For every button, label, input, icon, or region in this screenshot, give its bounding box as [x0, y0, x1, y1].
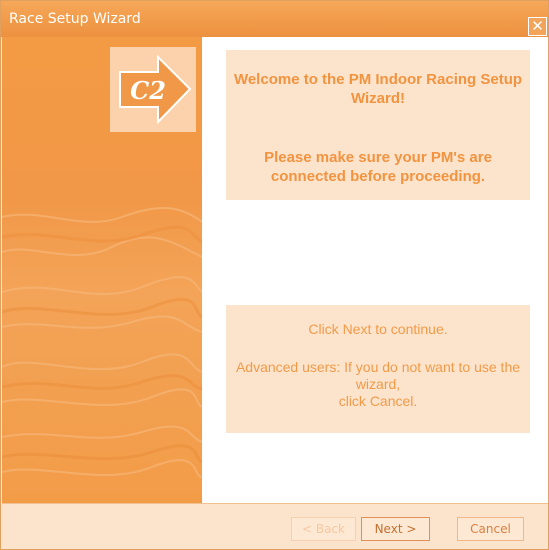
- back-button[interactable]: < Back: [291, 517, 356, 541]
- close-button[interactable]: ✕: [528, 17, 547, 36]
- title-bar[interactable]: Race Setup Wizard ✕: [1, 1, 548, 37]
- connection-notice: Please make sure your PM's are connected…: [264, 149, 492, 185]
- welcome-panel: Welcome to the PM Indoor Racing Setup Wi…: [226, 50, 530, 200]
- logo-text: C2: [130, 76, 166, 105]
- advanced-instruction: Advanced users: If you do not want to us…: [226, 359, 530, 410]
- c2-arrow-logo-icon: C2: [119, 54, 192, 125]
- wizard-window: Race Setup Wizard ✕ C2 Welcome to the PM…: [0, 0, 549, 550]
- cancel-button[interactable]: Cancel: [457, 517, 524, 541]
- info-panel: Click Next to continue. Advanced users: …: [226, 305, 530, 433]
- continue-instruction: Click Next to continue.: [308, 321, 448, 337]
- next-button[interactable]: Next >: [361, 517, 430, 541]
- advanced-instruction-line1: Advanced users: If you do not want to us…: [235, 359, 521, 392]
- welcome-heading: Welcome to the PM Indoor Racing Setup Wi…: [233, 71, 523, 107]
- window-title: Race Setup Wizard: [9, 11, 141, 27]
- c2-logo: C2: [110, 47, 196, 132]
- advanced-instruction-line2: click Cancel.: [338, 393, 418, 409]
- close-icon: ✕: [531, 17, 544, 35]
